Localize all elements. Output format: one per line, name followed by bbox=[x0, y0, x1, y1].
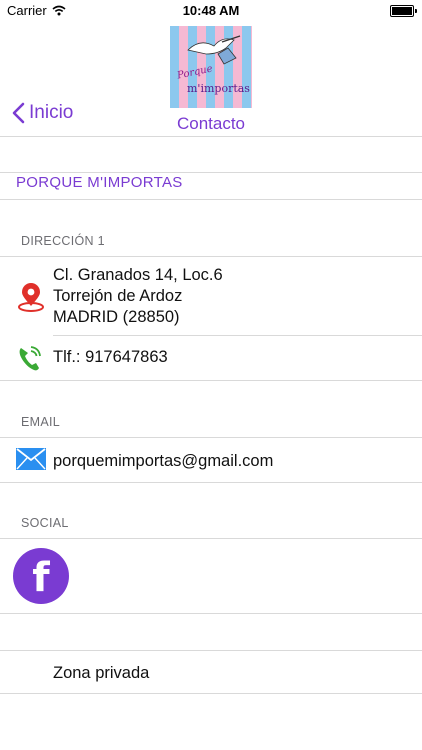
divider bbox=[0, 172, 422, 173]
address-line-3: MADRID (28850) bbox=[53, 308, 180, 326]
phone-icon bbox=[17, 344, 43, 377]
clock: 10:48 AM bbox=[182, 3, 240, 18]
address-line-2: Torrejón de Ardoz bbox=[53, 287, 183, 305]
logo-text-line2: m'importas bbox=[187, 82, 250, 95]
section-header-email: EMAIL bbox=[21, 415, 61, 429]
navigation-bar: Inicio Porque m'importas Contacto bbox=[0, 22, 422, 137]
phone-number: Tlf.: 917647863 bbox=[53, 348, 168, 366]
section-header-social: SOCIAL bbox=[21, 516, 69, 530]
address-line-1: Cl. Granados 14, Loc.6 bbox=[53, 266, 223, 284]
email-cell[interactable]: porquemimportas@gmail.com bbox=[0, 438, 422, 482]
section-header-address: DIRECCIÓN 1 bbox=[21, 234, 105, 248]
mail-icon bbox=[16, 448, 46, 475]
status-bar: Carrier 10:48 AM bbox=[0, 0, 422, 22]
logo-text-line1: Porque bbox=[176, 63, 214, 82]
stork-icon bbox=[187, 35, 241, 65]
battery-icon bbox=[390, 5, 417, 17]
divider bbox=[0, 538, 422, 539]
private-zone-cell[interactable]: Zona privada bbox=[0, 651, 422, 693]
phone-cell[interactable]: Tlf.: 917647863 bbox=[0, 336, 422, 380]
private-zone-label: Zona privada bbox=[53, 664, 150, 682]
divider bbox=[0, 482, 422, 483]
page-title: Contacto bbox=[176, 114, 246, 133]
address-cell[interactable]: Cl. Granados 14, Loc.6 Torrejón de Ardoz… bbox=[0, 257, 422, 335]
map-pin-icon bbox=[16, 282, 46, 317]
divider bbox=[0, 199, 422, 200]
email-address: porquemimportas@gmail.com bbox=[53, 452, 274, 470]
divider bbox=[0, 613, 422, 614]
divider bbox=[0, 380, 422, 381]
facebook-icon[interactable]: f bbox=[13, 548, 69, 604]
company-name: PORQUE M'IMPORTAS bbox=[16, 174, 183, 191]
brand-logo: Porque m'importas bbox=[170, 26, 252, 108]
divider bbox=[0, 693, 422, 694]
